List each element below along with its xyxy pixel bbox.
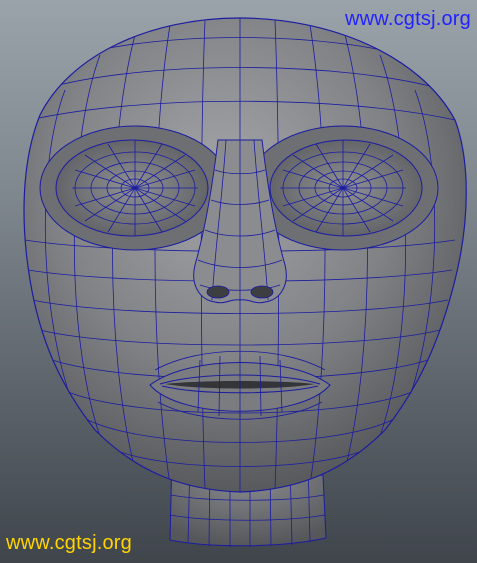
- head-model[interactable]: [0, 0, 477, 563]
- left-eye-socket: [39, 125, 231, 251]
- watermark-top: www.cgtsj.org: [345, 8, 471, 30]
- watermark-bottom: www.cgtsj.org: [6, 532, 132, 554]
- 3d-viewport[interactable]: www.cgtsj.org www.cgtsj.org: [0, 0, 477, 563]
